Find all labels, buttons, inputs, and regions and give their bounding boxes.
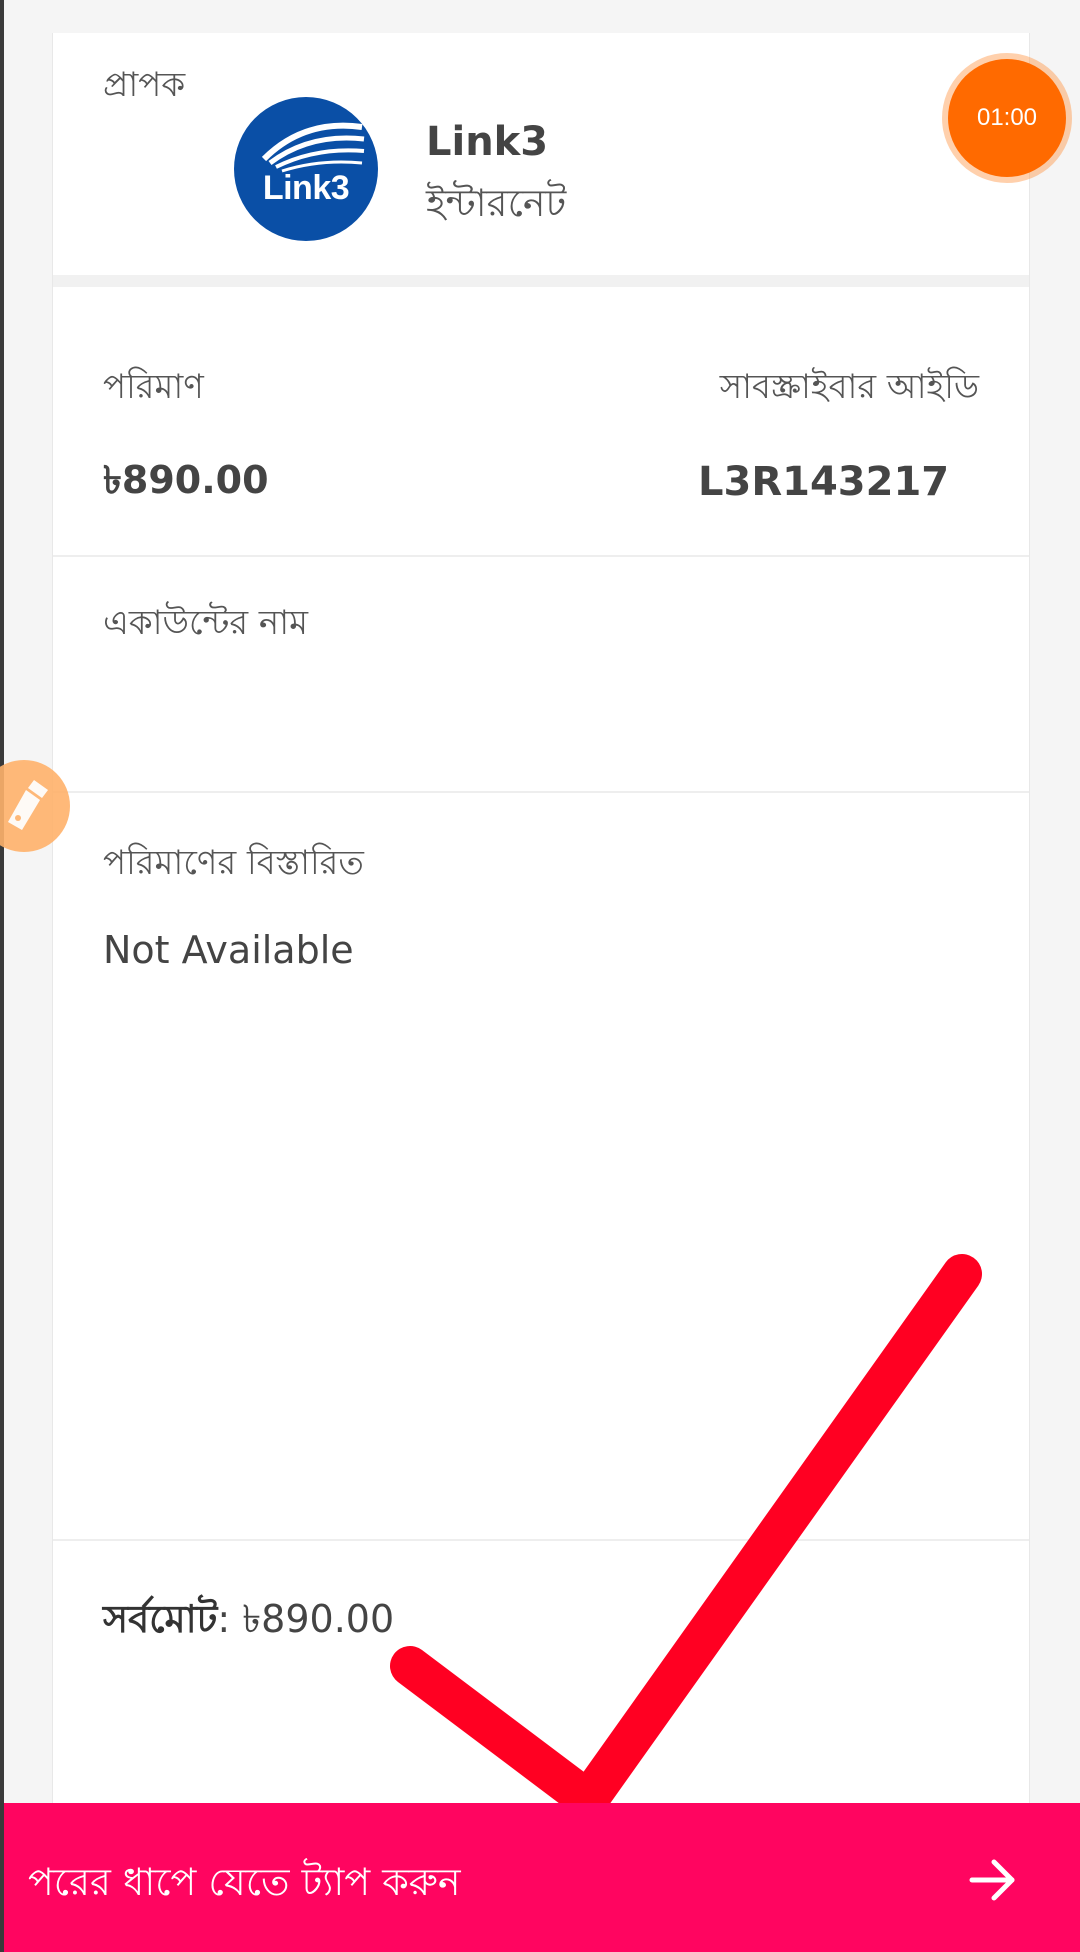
arrow-right-icon [969, 1859, 1015, 1901]
recipient-section: প্রাপক Link3 Link3 ইন্টারনেট [53, 33, 1029, 275]
total-line: সর্বমোট: ৳890.00 [103, 1590, 394, 1654]
edit-pen-icon[interactable] [0, 760, 70, 852]
amount-value: ৳890.00 [103, 458, 269, 502]
next-step-button[interactable]: পরের ধাপে যেতে ট্যাপ করুন [4, 1803, 1080, 1952]
amount-label: পরিমাণ [103, 367, 204, 407]
section-divider [53, 275, 1029, 287]
subscriber-id-value: L3R143217 [698, 459, 950, 505]
account-name-label: একাউন্টের নাম [103, 603, 308, 643]
amount-details-section: পরিমাণের বিস্তারিত Not Available [53, 793, 1029, 1541]
screen-edge [0, 0, 4, 1952]
amount-details-label: পরিমাণের বিস্তারিত [103, 843, 364, 883]
total-label: সর্বমোট [103, 1597, 218, 1641]
payment-summary-card: প্রাপক Link3 Link3 ইন্টারনেট পরিমাণ ৳890… [52, 33, 1030, 1952]
subscriber-id-label: সাবস্ক্রাইবার আইডি [719, 367, 979, 407]
countdown-timer: 01:00 [948, 59, 1066, 177]
biller-name: Link3 [426, 119, 549, 165]
total-value: ৳890.00 [242, 1597, 395, 1641]
recipient-label: প্রাপক [103, 65, 186, 105]
biller-category: ইন্টারনেট [426, 181, 567, 225]
account-name-section: একাউন্টের নাম [53, 557, 1029, 793]
amount-details-value: Not Available [103, 928, 354, 972]
total-separator: : [217, 1597, 243, 1641]
logo-text: Link3 [262, 169, 350, 207]
amount-section: পরিমাণ ৳890.00 সাবস্ক্রাইবার আইডি L3R143… [53, 287, 1029, 557]
link3-logo: Link3 [234, 97, 378, 241]
next-step-label: পরের ধাপে যেতে ট্যাপ করুন [28, 1860, 461, 1904]
